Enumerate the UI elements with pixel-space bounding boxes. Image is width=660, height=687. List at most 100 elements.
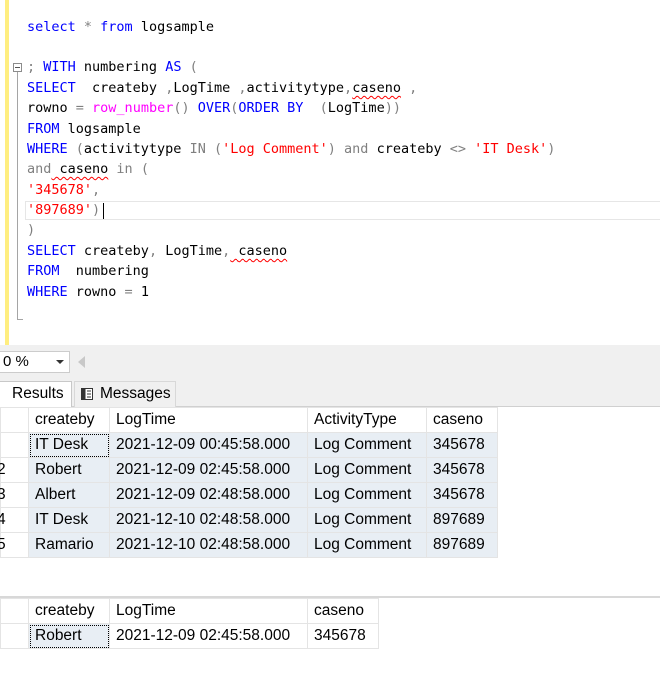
table-cell[interactable]: Log Comment [307, 507, 427, 533]
identifier: rowno [67, 284, 125, 300]
table-cell[interactable]: IT Desk [28, 507, 110, 533]
keyword: AS [165, 59, 182, 75]
editor-status-strip: 0 % [0, 345, 660, 377]
row-number[interactable]: 2 [0, 457, 29, 483]
code-line-1[interactable]: select * from logsample [27, 17, 214, 37]
code-line-9[interactable]: '897689') [27, 200, 100, 220]
results-table-1: createby LogTime ActivityType caseno IT … [0, 407, 498, 558]
table-row[interactable]: IT Desk 2021-12-09 00:45:58.000 Log Comm… [0, 432, 498, 458]
row-number[interactable] [0, 623, 29, 649]
table-cell[interactable]: 2021-12-09 00:45:58.000 [109, 432, 308, 458]
table-row[interactable]: 2 Robert 2021-12-09 02:45:58.000 Log Com… [0, 457, 498, 483]
header-row: createby LogTime caseno [0, 598, 379, 624]
function-name: row_number [83, 100, 174, 116]
operator: , [400, 80, 418, 96]
table-row[interactable]: 4 IT Desk 2021-12-10 02:48:58.000 Log Co… [0, 507, 498, 533]
corner-cell[interactable] [0, 407, 29, 433]
keyword: FROM [27, 121, 60, 137]
table-cell[interactable]: Log Comment [307, 482, 427, 508]
tab-messages-label: Messages [100, 385, 171, 402]
column-header[interactable]: LogTime [109, 598, 308, 624]
column-header[interactable]: LogTime [109, 407, 308, 433]
row-number[interactable] [0, 432, 29, 458]
operator: , [92, 182, 101, 198]
operator: ( [181, 59, 198, 75]
table-cell[interactable]: 2021-12-10 02:48:58.000 [109, 507, 308, 533]
operator: , [148, 243, 158, 259]
column-header[interactable]: createby [28, 598, 110, 624]
table-cell[interactable]: Log Comment [307, 457, 427, 483]
chevron-down-icon[interactable] [56, 360, 64, 364]
table-cell[interactable]: 2021-12-09 02:45:58.000 [109, 623, 308, 649]
identifier: LogTime [157, 243, 223, 259]
sql-editor[interactable]: select * from logsample ; WITH numbering… [0, 0, 660, 345]
operator: * [75, 19, 101, 35]
table-row[interactable]: 5 Ramario 2021-12-10 02:48:58.000 Log Co… [0, 532, 498, 558]
messages-icon [81, 388, 93, 400]
tab-results[interactable]: Results [0, 381, 72, 407]
table-cell[interactable]: Ramario [28, 532, 110, 558]
table-cell[interactable]: 2021-12-09 02:45:58.000 [109, 457, 308, 483]
scroll-left-arrow-icon[interactable] [78, 356, 85, 368]
keyword: SELECT [27, 80, 76, 96]
column-header[interactable]: caseno [307, 598, 379, 624]
keyword: WITH [35, 59, 76, 75]
code-line-13[interactable]: WHERE rowno = 1 [27, 282, 149, 302]
table-cell[interactable]: 2021-12-10 02:48:58.000 [109, 532, 308, 558]
tab-results-label: Results [12, 385, 64, 402]
results-tabbar: Results Messages [0, 377, 660, 407]
row-number[interactable]: 3 [0, 482, 29, 508]
code-line-2[interactable]: ; WITH numbering AS ( [27, 57, 198, 77]
operator: ) [547, 141, 556, 157]
table-cell[interactable]: IT Desk [28, 432, 110, 458]
changed-lines-bar [5, 0, 9, 345]
table-row[interactable]: 3 Albert 2021-12-09 02:48:58.000 Log Com… [0, 482, 498, 508]
table-cell[interactable]: 345678 [307, 623, 379, 649]
table-cell[interactable]: 345678 [426, 432, 498, 458]
code-line-7[interactable]: and caseno in ( [27, 159, 149, 179]
operator: , [238, 80, 247, 96]
identifier: activitytype [246, 80, 345, 96]
table-cell[interactable]: Robert [28, 457, 110, 483]
identifier: rowno [27, 100, 76, 116]
code-line-11[interactable]: SELECT createby, LogTime, caseno [27, 241, 287, 261]
table-cell[interactable]: 897689 [426, 532, 498, 558]
table-cell[interactable]: 2021-12-09 02:48:58.000 [109, 482, 308, 508]
operator: = [75, 100, 84, 116]
code-line-8[interactable]: '345678', [27, 180, 100, 200]
keyword: WHERE [27, 284, 68, 300]
keyword: SELECT [27, 243, 76, 259]
collapse-minus-icon[interactable] [13, 63, 22, 72]
table-cell[interactable]: Log Comment [307, 532, 427, 558]
corner-cell[interactable] [0, 598, 29, 624]
keyword: ORDER BY [238, 100, 304, 116]
column-header[interactable]: ActivityType [307, 407, 427, 433]
keyword: FROM [27, 263, 60, 279]
code-line-3[interactable]: SELECT createby ,LogTime ,activitytype,c… [27, 78, 417, 98]
code-line-6[interactable]: WHERE (activitytype IN ('Log Comment') a… [27, 139, 555, 159]
table-cell[interactable]: 897689 [426, 507, 498, 533]
identifier: 1 [132, 284, 149, 300]
row-number[interactable]: 5 [0, 532, 29, 558]
results-table-2: createby LogTime caseno Robert 2021-12-0… [0, 598, 379, 649]
zoom-dropdown[interactable]: 0 % [0, 351, 70, 373]
table-cell[interactable]: Albert [28, 482, 110, 508]
table-cell[interactable]: 345678 [426, 457, 498, 483]
code-line-5[interactable]: FROM logsample [27, 119, 141, 139]
code-line-4[interactable]: rowno = row_number() OVER(ORDER BY (LogT… [27, 98, 401, 118]
identifier: LogTime [327, 100, 385, 116]
tab-messages[interactable]: Messages [74, 381, 176, 407]
table-cell[interactable]: Log Comment [307, 432, 427, 458]
code-line-12[interactable]: FROM numbering [27, 261, 149, 281]
column-header[interactable]: createby [28, 407, 110, 433]
column-header[interactable]: caseno [426, 407, 498, 433]
table-cell[interactable]: Robert [28, 623, 110, 649]
operator: ; [27, 59, 36, 75]
string-literal: '897689' [27, 202, 93, 218]
identifier: logsample [132, 19, 214, 35]
table-row[interactable]: Robert 2021-12-09 02:45:58.000 345678 [0, 623, 379, 649]
code-line-10[interactable]: ) [27, 220, 35, 240]
row-number[interactable]: 4 [0, 507, 29, 533]
table-cell[interactable]: 345678 [426, 482, 498, 508]
identifier: activitytype [83, 141, 190, 157]
